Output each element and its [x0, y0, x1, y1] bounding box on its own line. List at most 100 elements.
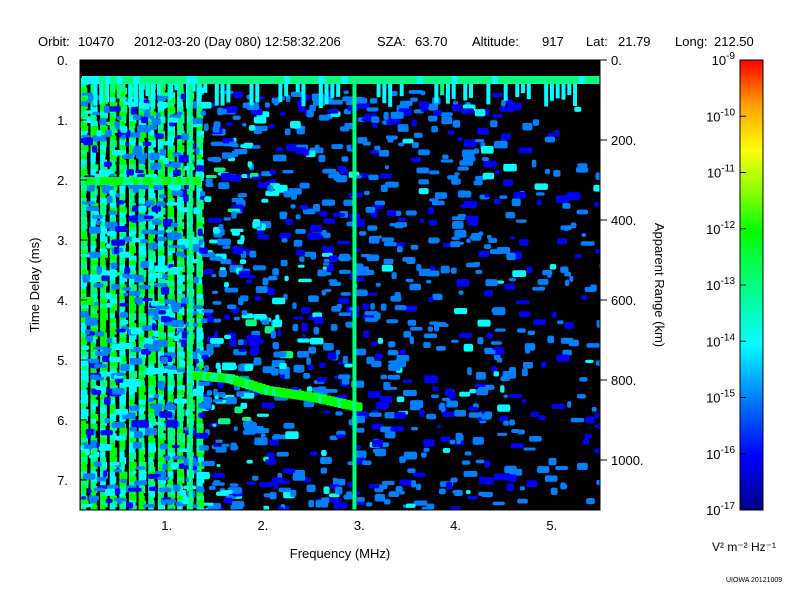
heat-cell	[201, 460, 215, 467]
heat-cell	[399, 479, 414, 486]
heat-cell	[92, 214, 103, 219]
heat-cell	[262, 366, 276, 374]
heat-cell	[412, 472, 426, 477]
heat-cell	[201, 101, 212, 109]
colorbar-tick-label: 10-14	[706, 332, 735, 349]
heat-cell	[148, 273, 163, 279]
heat-cell	[121, 287, 132, 291]
heat-cell	[347, 481, 353, 488]
heat-cell	[431, 200, 445, 206]
heat-cell	[84, 448, 90, 456]
heat-cell	[428, 219, 438, 226]
heat-cell	[594, 424, 600, 428]
heat-cell	[463, 343, 474, 352]
y2-tick-label: 0.	[611, 53, 622, 68]
heat-cell	[213, 318, 222, 323]
heat-cell	[104, 488, 115, 496]
heat-cell	[84, 335, 94, 342]
heat-cell	[293, 364, 305, 373]
heat-cell	[430, 394, 439, 398]
orbit-label: Orbit:	[38, 34, 70, 49]
heat-cell	[332, 212, 345, 217]
heat-cell	[463, 139, 477, 148]
heat-cell	[484, 349, 496, 355]
heat-cell	[423, 447, 430, 452]
surface-echo-tail	[151, 84, 156, 107]
heat-cell	[428, 297, 434, 303]
heat-cell	[130, 327, 143, 335]
heat-cell	[387, 374, 401, 380]
heat-cell	[365, 206, 376, 213]
heat-cell	[248, 339, 260, 347]
heat-cell	[165, 419, 178, 428]
heat-cell	[493, 198, 502, 205]
heat-cell	[499, 416, 508, 422]
heat-cell	[405, 278, 414, 283]
heat-cell	[463, 470, 478, 477]
heat-cell	[153, 394, 160, 399]
heat-cell	[308, 295, 319, 303]
heat-cell	[341, 156, 349, 162]
heat-cell	[403, 451, 418, 460]
heat-cell	[535, 192, 545, 196]
heat-cell	[416, 483, 422, 491]
heat-cell	[214, 330, 219, 339]
heat-cell	[329, 255, 338, 262]
heat-cell	[440, 159, 454, 163]
heat-cell	[224, 364, 237, 370]
heat-cell	[316, 376, 327, 383]
heat-cell	[509, 366, 517, 375]
heat-cell	[164, 163, 172, 168]
heat-cell	[253, 130, 263, 134]
heat-cell	[322, 245, 327, 250]
heat-cell	[523, 125, 531, 129]
heat-cell	[312, 387, 322, 392]
heat-cell	[383, 111, 389, 120]
heat-cell	[308, 500, 315, 508]
heat-cell	[116, 200, 125, 205]
heat-cell	[423, 439, 435, 447]
heat-cell	[481, 491, 493, 498]
heat-cell	[496, 280, 505, 284]
heat-cell	[319, 211, 328, 217]
heat-cell	[224, 334, 232, 340]
heat-cell	[581, 233, 587, 237]
heat-cell	[474, 437, 481, 445]
heat-cell	[282, 468, 296, 473]
heat-cell	[106, 337, 113, 344]
surface-echo-tail	[469, 84, 474, 98]
heat-cell	[205, 178, 213, 184]
heat-cell	[381, 481, 395, 486]
heat-cell	[109, 189, 115, 195]
heat-cell	[104, 396, 111, 405]
heat-cell	[101, 275, 110, 282]
surface-echo-tail	[330, 84, 335, 98]
heat-cell	[511, 428, 520, 434]
surface-echo-tail	[301, 84, 306, 107]
surface-echo-tail	[128, 84, 133, 108]
heat-cell	[452, 221, 464, 229]
heat-cell	[109, 106, 121, 112]
y-tick-label: 4.	[57, 293, 68, 308]
colorbar-tick-label: 10-16	[706, 445, 735, 462]
heat-cell	[82, 503, 93, 508]
heat-cell	[88, 274, 101, 283]
heat-cell	[221, 443, 230, 447]
heat-cell	[524, 343, 536, 351]
heat-cell	[343, 90, 349, 95]
heat-cell	[548, 457, 557, 466]
heat-cell	[468, 412, 480, 418]
heat-cell	[491, 93, 504, 98]
heat-cell	[241, 310, 248, 316]
heat-cell	[170, 222, 178, 228]
heat-cell	[531, 159, 537, 168]
heat-cell	[595, 360, 600, 366]
heat-cell	[403, 331, 412, 338]
heat-cell	[371, 116, 380, 123]
heat-cell	[309, 451, 318, 456]
colorbar-tick-label: 10-11	[707, 164, 736, 181]
heat-cell	[229, 339, 237, 347]
heat-cell	[171, 444, 180, 449]
heat-cell	[512, 270, 527, 277]
heat-cell	[279, 211, 287, 220]
